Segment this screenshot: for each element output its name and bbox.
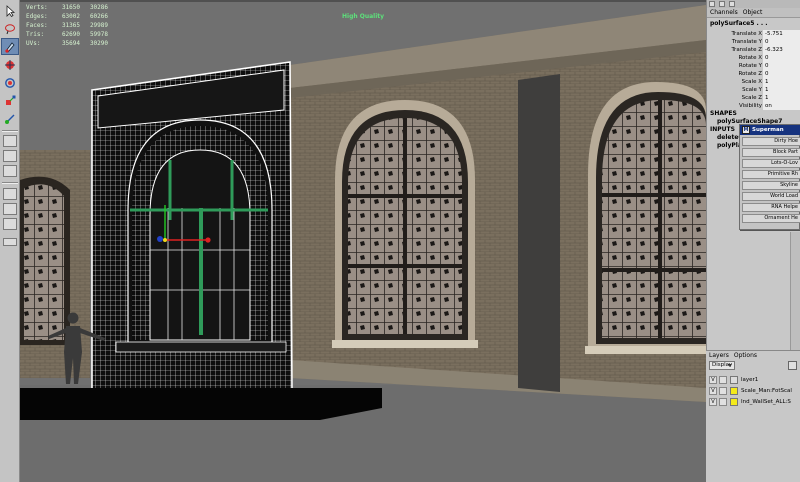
paint-select-tool-icon[interactable] (1, 38, 19, 55)
attr-rotate-x[interactable]: Rotate X0 (707, 54, 800, 62)
hud-row-verts: Verts: 31650 30286 (26, 4, 108, 11)
menu-object[interactable]: Object (743, 9, 763, 16)
maya-window: Verts: 31650 30286 Edges: 63002 60266 Faces:… (0, 0, 800, 482)
select-tool-icon[interactable] (1, 2, 19, 19)
wireframe-sill (115, 341, 287, 353)
attr-translate-x[interactable]: Translate X -5.751 (707, 30, 800, 38)
inputs-heading: INPUTS (710, 126, 735, 133)
attr-visibility[interactable]: Visibility on (707, 102, 800, 110)
shelf-button-rna-helper[interactable]: RNA Helpe (742, 203, 800, 212)
layer-color-swatch[interactable] (730, 387, 738, 395)
ground-slab (20, 388, 382, 420)
rotate-tool-icon[interactable] (1, 74, 19, 91)
menu-layers[interactable]: Layers (709, 352, 729, 359)
shelf-button-block-part[interactable]: Block Part (742, 148, 800, 157)
attr-scale-y[interactable]: Scale Y1 (707, 86, 800, 94)
render-quality-label: High Quality (342, 13, 385, 20)
channel-box-scrollbar[interactable] (790, 232, 800, 350)
layout-persp-graph-icon[interactable] (3, 188, 17, 200)
toolbox (0, 0, 20, 482)
layer-playback-toggle[interactable] (719, 376, 727, 384)
layer-display-select[interactable]: Display (709, 361, 735, 370)
superman-tools-shelf: M Superman Tools Dirty Hoe Block Part Lo… (739, 124, 800, 230)
layer-color-swatch[interactable] (730, 398, 738, 406)
layer-playback-toggle[interactable] (719, 387, 727, 395)
viewport-scene (20, 0, 706, 482)
panel-toggle-strip (707, 0, 800, 8)
shelf-title-bar[interactable]: M Superman Tools (740, 125, 800, 143)
scale-tool-icon[interactable] (1, 92, 19, 109)
layer-playback-toggle[interactable] (719, 398, 727, 406)
attr-scale-x[interactable]: Scale X1 (707, 78, 800, 86)
layout-two-pane-icon[interactable] (3, 165, 17, 177)
menu-options[interactable]: Options (734, 352, 757, 359)
lasso-tool-icon[interactable] (1, 20, 19, 37)
layer-row[interactable]: V layer1 (709, 376, 799, 385)
shelf-button-lots-o-lov[interactable]: Lots-O-Lov (742, 159, 800, 168)
left-window-glass (24, 184, 64, 340)
layout-hypershade-icon[interactable] (3, 218, 17, 230)
toolbox-divider (2, 130, 18, 132)
new-layer-icon[interactable] (788, 361, 797, 370)
wall-recess (518, 74, 560, 392)
right-window-sill (585, 346, 706, 354)
layout-single-icon[interactable] (3, 135, 17, 147)
perspective-viewport[interactable]: Verts: 31650 30286 Edges: 63002 60266 Faces:… (20, 0, 706, 482)
layer-editor: Layers Options Display V layer1 V Scale_… (706, 350, 800, 482)
shelf-button-primitive[interactable]: Primitive Rh (742, 170, 800, 179)
poly-count-hud: Verts: 31650 30286 Edges: 63002 60266 Faces:… (26, 3, 108, 48)
channel-box-menubar: Channels Object (707, 8, 800, 18)
maya-logo-icon: M (742, 126, 750, 134)
shelf-button-dirty-hoe[interactable]: Dirty Hoe (742, 137, 800, 146)
panel-toggle-button[interactable] (719, 1, 725, 7)
shelf-button-ornament[interactable]: Ornament He (742, 214, 800, 223)
right-window-glass (602, 100, 706, 338)
layer-row[interactable]: V Scale_Man:FotScal (709, 387, 799, 396)
layer-visibility-toggle[interactable]: V (709, 387, 717, 395)
attr-rotate-y[interactable]: Rotate Y0 (707, 62, 800, 70)
hud-row-tris: Tris: 62690 59978 (26, 31, 108, 38)
layer-row[interactable]: V Ind_WallSet_ALL:S (709, 398, 799, 407)
viewport-top-edge (20, 0, 706, 2)
shelf-button-skyline[interactable]: Skyline (742, 181, 800, 190)
layer-visibility-toggle[interactable]: V (709, 398, 717, 406)
selected-object-name[interactable]: polySurface5 . . . (710, 20, 768, 27)
manipulator-tool-icon[interactable] (1, 110, 19, 127)
layer-editor-menubar: Layers Options (706, 351, 800, 360)
shelf-button-world-load[interactable]: World Load (742, 192, 800, 201)
menu-channels[interactable]: Channels (710, 9, 738, 16)
layer-name: Scale_Man:FotScal (741, 388, 792, 394)
layout-outliner-icon[interactable] (3, 203, 17, 215)
hud-row-uvs: UVs: 35694 30290 (26, 40, 108, 47)
layer-visibility-toggle[interactable]: V (709, 376, 717, 384)
hud-row-faces: Faces: 31365 29989 (26, 22, 108, 29)
hud-row-edges: Edges: 63002 60266 (26, 13, 108, 20)
shapes-heading: SHAPES (710, 110, 737, 117)
toolbox-divider (2, 182, 18, 184)
layout-expand-icon[interactable] (3, 238, 17, 246)
attr-rotate-z[interactable]: Rotate Z0 (707, 70, 800, 78)
layer-color-swatch[interactable] (730, 376, 738, 384)
panel-toggle-button[interactable] (729, 1, 735, 7)
layer-name: layer1 (741, 377, 759, 383)
move-tool-icon[interactable] (1, 56, 19, 73)
layout-quad-icon[interactable] (3, 150, 17, 162)
attr-translate-y[interactable]: Translate Y0 (707, 38, 800, 46)
panel-toggle-button[interactable] (709, 1, 715, 7)
layer-name: Ind_WallSet_ALL:S (741, 399, 791, 405)
attr-translate-z[interactable]: Translate Z -6.323 (707, 46, 800, 54)
center-window-sill (332, 340, 478, 348)
attr-scale-z[interactable]: Scale Z1 (707, 94, 800, 102)
